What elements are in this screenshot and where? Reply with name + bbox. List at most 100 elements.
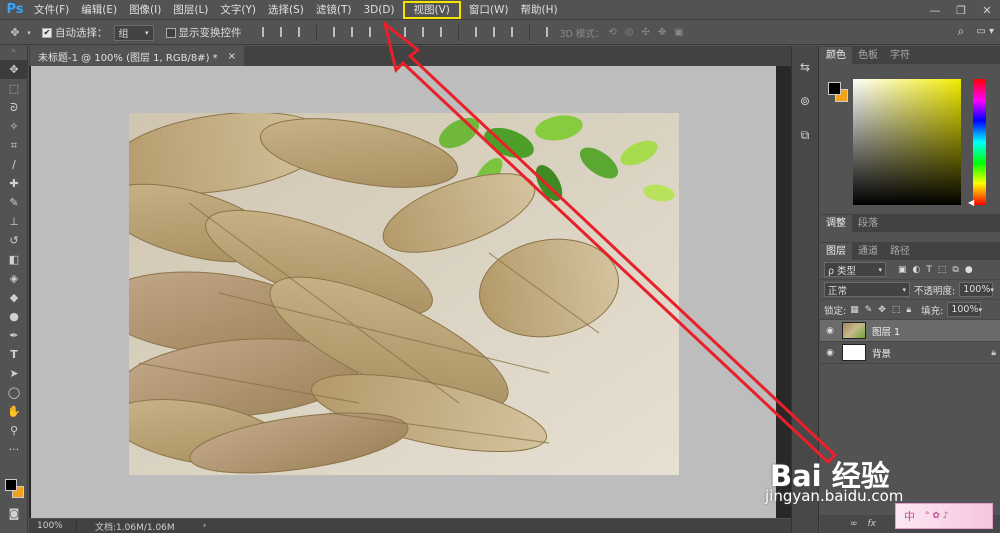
fill-input[interactable]: 100% ▾ <box>947 302 982 317</box>
layer-row-layer1[interactable]: ◉ 图层 1 <box>820 320 1000 342</box>
link-layers-icon[interactable]: ∞ <box>850 519 858 529</box>
ime-indicator[interactable]: 中 ° ✿ ♪ <box>895 503 993 529</box>
align-right-icon[interactable] <box>363 25 377 39</box>
status-menu-arrow-icon[interactable]: › <box>203 521 207 531</box>
3d-rotate-icon[interactable]: ⟲ <box>608 27 616 38</box>
lock-image-icon[interactable]: ✎ <box>865 305 873 315</box>
dodge-tool-icon[interactable]: ● <box>0 307 28 326</box>
filter-pixel-icon[interactable]: ▣ <box>898 265 907 275</box>
canvas-image-bay-leaves[interactable] <box>129 113 679 475</box>
history-brush-tool-icon[interactable]: ↺ <box>0 231 28 250</box>
hand-tool-icon[interactable]: ✋ <box>0 402 28 421</box>
marquee-tool-icon[interactable]: ⬚ <box>0 79 28 98</box>
magic-wand-tool-icon[interactable]: ✧ <box>0 117 28 136</box>
lock-all-icon[interactable]: 🔒︎ <box>906 305 911 315</box>
menu-edit[interactable]: 编辑(E) <box>75 0 123 20</box>
move-tool-icon[interactable]: ✥ <box>6 24 24 42</box>
paint-bucket-tool-icon[interactable]: ◈ <box>0 269 28 288</box>
search-icon[interactable]: ⌕ <box>958 24 965 39</box>
crop-tool-icon[interactable]: ⌗ <box>0 136 28 155</box>
auto-select-dropdown[interactable]: 组 ▾ <box>113 24 154 41</box>
auto-select-checkbox[interactable]: ✔ <box>42 27 52 38</box>
libraries-panel-icon[interactable]: ⧉ <box>792 122 818 148</box>
tab-layers[interactable]: 图层 <box>820 243 852 260</box>
visibility-eye-icon[interactable]: ◉ <box>824 326 836 336</box>
workspace-switcher-icon[interactable]: ▭ ▾ <box>976 26 994 37</box>
3d-scale-icon[interactable]: ▣ <box>674 27 683 38</box>
distribute-bottom-icon[interactable] <box>434 25 448 39</box>
filter-adjustment-icon[interactable]: ◐ <box>913 265 921 275</box>
tab-adjustments[interactable]: 调整 <box>820 215 852 232</box>
shape-tool-icon[interactable]: ◯ <box>0 383 28 402</box>
visibility-eye-icon[interactable]: ◉ <box>824 348 836 358</box>
distribute-right-icon[interactable] <box>505 25 519 39</box>
pen-tool-icon[interactable]: ✒ <box>0 326 28 345</box>
menu-window[interactable]: 窗口(W) <box>463 0 515 20</box>
tab-paths[interactable]: 路径 <box>884 243 916 260</box>
menu-filter[interactable]: 滤镜(T) <box>310 0 358 20</box>
healing-brush-tool-icon[interactable]: ✚ <box>0 174 28 193</box>
layer-row-background[interactable]: ◉ 背景 🔒︎ <box>820 342 1000 364</box>
brush-tool-icon[interactable]: ✎ <box>0 193 28 212</box>
align-hcenter-icon[interactable] <box>345 25 359 39</box>
3d-roll-icon[interactable]: ◎ <box>625 27 634 38</box>
3d-slide-icon[interactable]: ✥ <box>658 27 666 38</box>
menu-view[interactable]: 视图(V) <box>402 0 461 19</box>
close-icon[interactable]: ✕ <box>974 0 1000 20</box>
align-top-icon[interactable] <box>256 25 270 39</box>
panel-foreground-swatch[interactable] <box>828 82 841 95</box>
distribute-hcenter-icon[interactable] <box>487 25 501 39</box>
tab-swatches[interactable]: 色板 <box>852 47 884 64</box>
blend-mode-dropdown[interactable]: 正常 ▾ <box>824 282 910 297</box>
quick-mask-icon[interactable]: ◙ <box>0 504 28 523</box>
history-panel-icon[interactable]: ⇆ <box>792 54 818 80</box>
zoom-level[interactable]: 100% <box>29 519 77 533</box>
lock-artboard-icon[interactable]: ⬚ <box>892 305 901 315</box>
path-selection-tool-icon[interactable]: ➤ <box>0 364 28 383</box>
move-tool-icon[interactable]: ✥ <box>0 60 28 79</box>
lock-transparent-icon[interactable]: ▦ <box>850 305 859 315</box>
distribute-vcenter-icon[interactable] <box>416 25 430 39</box>
hue-slider-marker-icon[interactable]: ◀ <box>968 198 974 207</box>
show-transform-toggle[interactable]: 显示变换控件 <box>165 25 248 40</box>
document-tab[interactable]: 未标题-1 @ 100% (图层 1, RGB/8#) * × <box>30 46 245 66</box>
menu-file[interactable]: 文件(F) <box>28 0 75 20</box>
opacity-input[interactable]: 100% ▾ <box>959 282 994 297</box>
minimize-icon[interactable]: — <box>922 0 948 20</box>
eraser-tool-icon[interactable]: ◧ <box>0 250 28 269</box>
color-swatches[interactable] <box>3 469 25 498</box>
menu-image[interactable]: 图像(I) <box>123 0 167 20</box>
align-bottom-icon[interactable] <box>292 25 306 39</box>
tab-color[interactable]: 颜色 <box>820 47 852 64</box>
align-left-icon[interactable] <box>327 25 341 39</box>
eyedropper-tool-icon[interactable]: ∕ <box>0 155 28 174</box>
menu-layer[interactable]: 图层(L) <box>167 0 214 20</box>
filter-shape-icon[interactable]: ⬚ <box>938 265 947 275</box>
align-vcenter-icon[interactable] <box>274 25 288 39</box>
filter-smart-object-icon[interactable]: ⧉ <box>952 265 958 275</box>
color-picker-field[interactable] <box>853 79 961 205</box>
chevron-down-icon[interactable]: ▾ <box>24 24 34 42</box>
more-tools-icon[interactable]: ··· <box>0 440 28 459</box>
menu-help[interactable]: 帮助(H) <box>515 0 564 20</box>
show-transform-checkbox[interactable] <box>165 27 176 38</box>
layer-style-icon[interactable]: fx <box>868 519 877 529</box>
lasso-tool-icon[interactable]: ᘐ <box>0 98 28 117</box>
panel-grip-icon[interactable]: » <box>0 46 27 60</box>
zoom-tool-icon[interactable]: ⚲ <box>0 421 28 440</box>
clone-stamp-tool-icon[interactable]: ⊥ <box>0 212 28 231</box>
filter-toggle-icon[interactable]: ● <box>965 265 973 275</box>
filter-type-icon[interactable]: T <box>926 265 932 275</box>
restore-icon[interactable]: ❐ <box>948 0 974 20</box>
type-tool-icon[interactable]: T <box>0 345 28 364</box>
canvas-area[interactable] <box>31 66 776 518</box>
auto-select-toggle[interactable]: ✔ 自动选择： <box>42 25 114 40</box>
hue-slider[interactable] <box>973 79 986 205</box>
auto-align-icon[interactable] <box>540 25 554 39</box>
tab-paragraph[interactable]: 段落 <box>852 215 884 232</box>
menu-type[interactable]: 文字(Y) <box>214 0 262 20</box>
blur-tool-icon[interactable]: ◆ <box>0 288 28 307</box>
lock-position-icon[interactable]: ✥ <box>878 305 886 315</box>
close-tab-icon[interactable]: × <box>228 51 236 62</box>
menu-select[interactable]: 选择(S) <box>262 0 310 20</box>
